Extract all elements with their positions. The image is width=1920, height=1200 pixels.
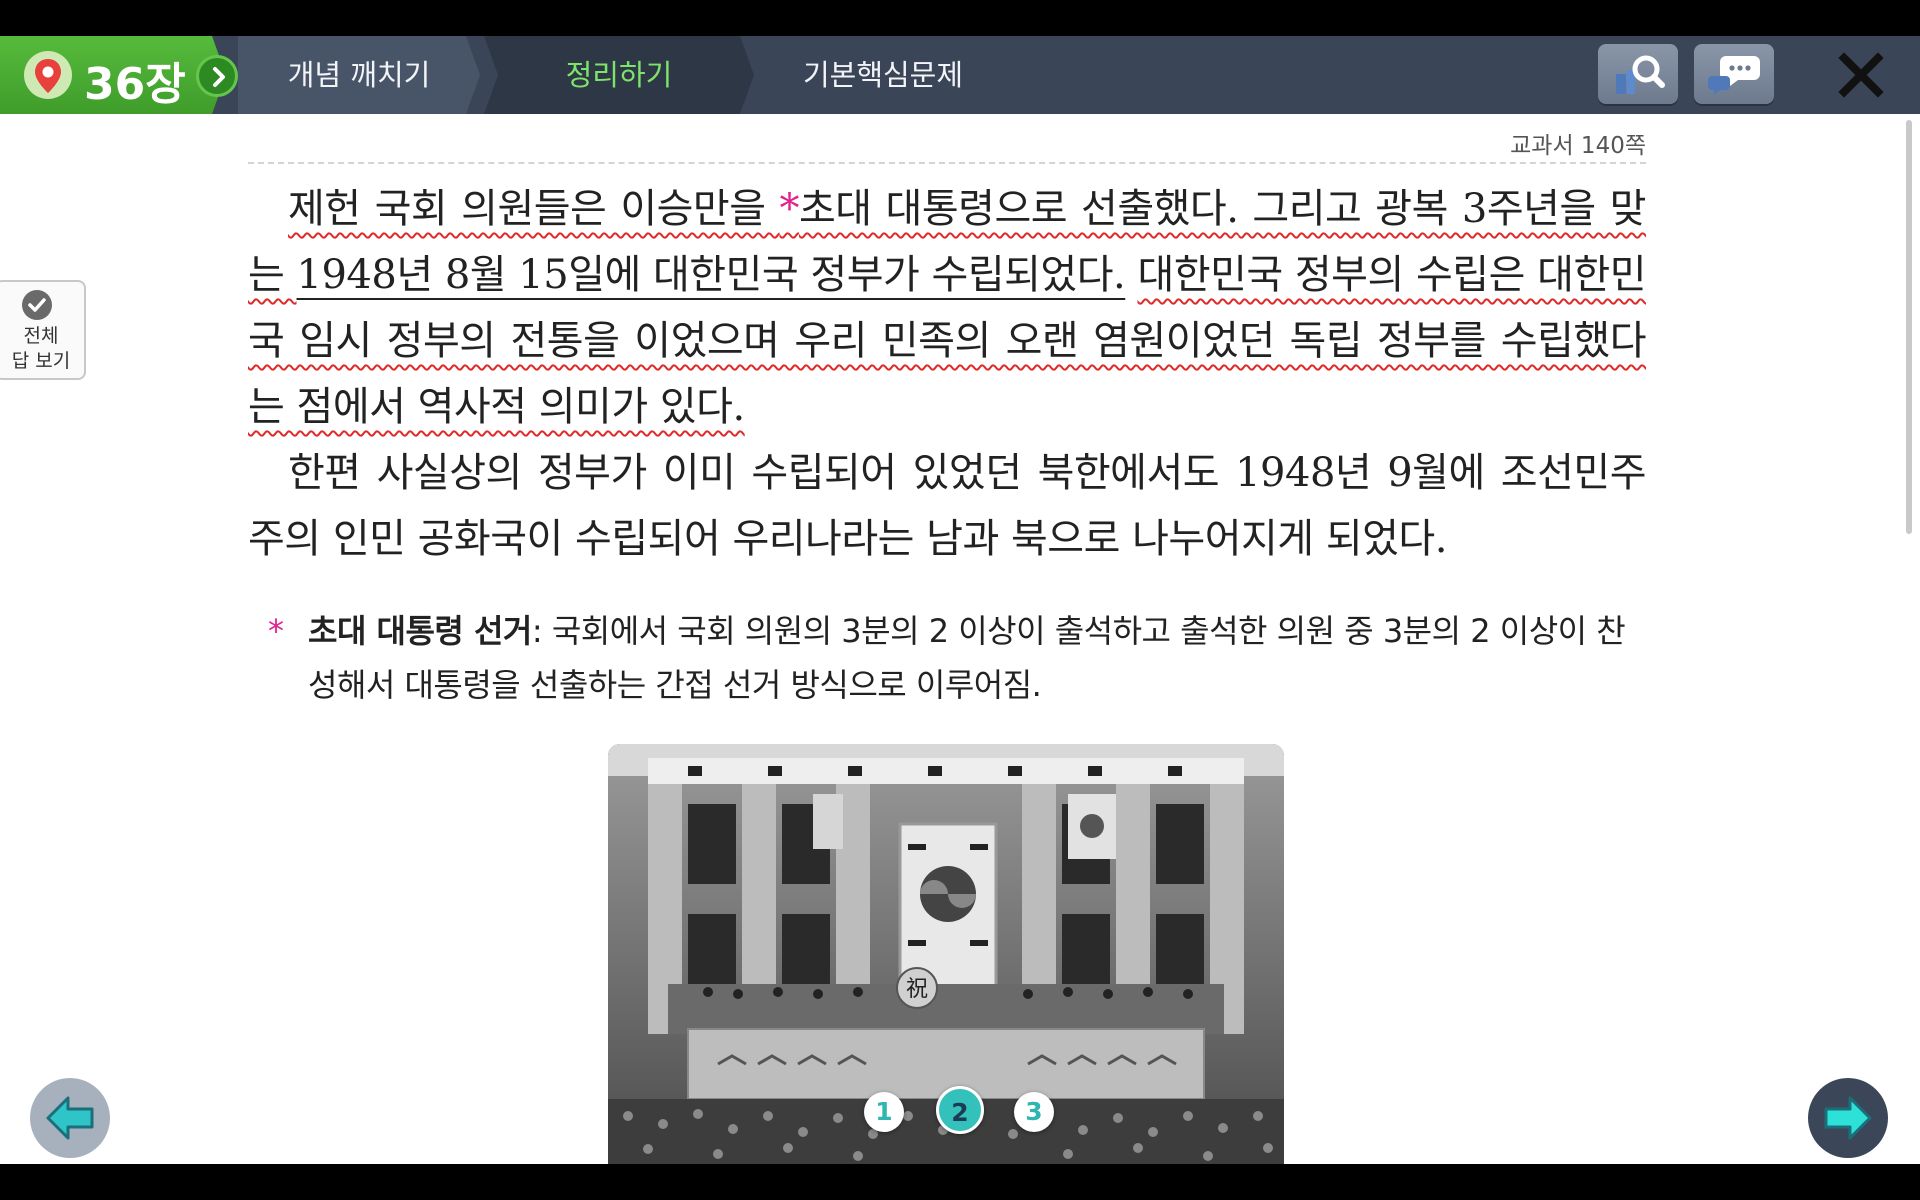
chevron-right-icon[interactable] [196, 55, 238, 97]
prev-page-button[interactable] [30, 1078, 110, 1158]
chapter-badge[interactable]: 36장 [0, 36, 226, 114]
paragraph-2: 한편 사실상의 정부가 이미 수립되어 있었던 북한에서도 1948년 9월에 … [248, 450, 1647, 562]
paragraph-1: 제헌 국회 의원들은 이승만을 *초대 대통령으로 선출했다. 그리고 광복 3… [248, 176, 1647, 440]
footnote-star: * [779, 186, 799, 232]
chapter-title: 36장 [84, 59, 186, 110]
footnote-term: 초대 대통령 선거 [308, 612, 532, 650]
photo-sign: 祝 [906, 977, 928, 1002]
divider [248, 162, 1646, 164]
next-page-button[interactable] [1808, 1078, 1888, 1158]
page-dot-3[interactable]: 3 [1014, 1092, 1054, 1132]
body-text: 제헌 국회 의원들은 이승만을 *초대 대통령으로 선출했다. 그리고 광복 3… [248, 176, 1647, 572]
tab-summary[interactable]: 정리하기 [484, 36, 754, 114]
scrollbar[interactable] [1906, 120, 1912, 534]
nav-bar: 36장 개념 깨치기 정리하기 기본핵심문제 [0, 36, 1920, 114]
answer-underline[interactable]: 제헌 국회 의원들은 이승만을 [288, 186, 779, 232]
chat-icon [1708, 56, 1760, 95]
footnote-star: * [268, 612, 284, 650]
answer-underline[interactable]: 초대 대통령으로 선출했다. [799, 186, 1239, 232]
show-all-label: 전체 답 보기 [11, 325, 71, 372]
arrow-right-icon [1824, 1096, 1872, 1140]
page-dot-2[interactable]: 2 [936, 1086, 984, 1134]
tab-core-questions[interactable]: 기본핵심문제 [758, 36, 1008, 114]
book-search-icon [1616, 55, 1665, 94]
footnote: * 초대 대통령 선거: 국회에서 국회 의원의 3분의 2 이상이 출석하고 … [268, 604, 1646, 712]
book-search-button[interactable] [1598, 44, 1678, 104]
chat-button[interactable] [1694, 44, 1774, 104]
location-pin-icon [24, 51, 72, 99]
page-dot-1[interactable]: 1 [864, 1092, 904, 1132]
content-area: 교과서 140쪽 전체 답 보기 제헌 국회 의원들은 이승만을 *초대 대통령으… [0, 114, 1920, 1164]
textbook-page-ref: 교과서 140쪽 [1510, 133, 1646, 159]
answer-underline[interactable]: 1948년 8월 15일에 대한민국 정부가 수립되었다. [297, 252, 1126, 298]
close-icon[interactable] [1836, 50, 1886, 100]
top-black-bar [0, 0, 1920, 36]
bottom-black-bar [0, 1164, 1920, 1200]
tab-concept[interactable]: 개념 깨치기 [238, 36, 480, 114]
show-all-answers-button[interactable]: 전체 답 보기 [0, 280, 86, 380]
arrow-left-icon [46, 1096, 94, 1140]
check-icon [22, 290, 52, 320]
